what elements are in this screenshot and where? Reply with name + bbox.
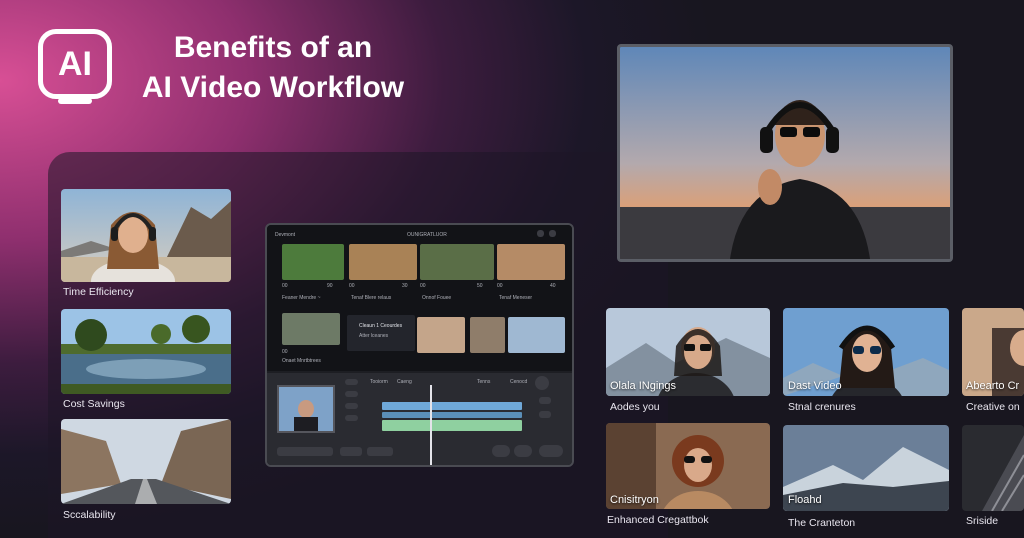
right-card-overlay-3: Abearto Cr [966, 380, 1020, 392]
editor-header-center: OUNIGRATLUOR [407, 232, 447, 238]
clip-thumbnail-8[interactable] [508, 317, 565, 353]
scalability-image[interactable] [61, 419, 231, 504]
clip-thumbnail-5[interactable] [282, 313, 340, 345]
right-card-caption-2: Stnal crenures [788, 401, 856, 413]
logo-stand [58, 98, 92, 104]
right-card-image-6[interactable] [962, 425, 1024, 511]
preview-loop-button[interactable] [367, 447, 393, 456]
clip-timecode-3: 00 [420, 283, 426, 289]
clip-detail-subtitle: Atter lceanes [359, 333, 389, 339]
track-button-1[interactable] [345, 379, 358, 385]
timeline-label-2: Caeng [397, 379, 412, 385]
right-card-overlay-1: Olala INgings [610, 380, 677, 392]
cost-savings-image[interactable] [61, 309, 231, 394]
hero-preview-image [617, 44, 953, 262]
right-card-overlay-2: Dast Video [788, 380, 842, 392]
right-card-caption-4: Enhanced Cregattbok [607, 514, 709, 526]
transport-render-button[interactable] [539, 445, 563, 457]
preview-monitor[interactable] [277, 385, 335, 433]
clip-thumbnail-1[interactable] [282, 244, 344, 280]
lower-clip-label: Onaet Mnrtbtrees [282, 358, 321, 364]
timeline-label-1: Tooiorm [370, 379, 388, 385]
card-label-scalability: Sccalability [63, 509, 116, 521]
time-efficiency-image[interactable] [61, 189, 231, 282]
preview-play-button[interactable] [340, 447, 362, 456]
clip-thumbnail-7[interactable] [470, 317, 505, 353]
timeline-video-clip-2[interactable] [382, 412, 522, 418]
card-label-cost-savings: Cost Savings [63, 398, 125, 410]
timeline-playhead[interactable] [430, 385, 432, 465]
clip-thumbnail-4[interactable] [497, 244, 565, 280]
transport-forward-button[interactable] [514, 445, 532, 457]
right-card-caption-1: Aodes you [610, 401, 660, 413]
clip-label-1: Feaner Mendre ~ [282, 295, 321, 301]
right-card-overlay-5: Floahd [788, 494, 822, 506]
clip-label-2: Tenaf Blere relaus [351, 295, 392, 301]
jog-dial[interactable] [535, 376, 549, 390]
editor-timeline-area: Tooiorm Caeng Tenns Cenocd [267, 373, 572, 465]
transport-back-button[interactable] [492, 445, 510, 457]
ai-logo: AI [38, 29, 112, 99]
editor-media-area: Devmont OUNIGRATLUOR 00 90 00 30 00 50 0… [267, 225, 572, 371]
track-button-3[interactable] [345, 403, 358, 409]
card-label-time-efficiency: Time Efficiency [63, 286, 134, 298]
clip-label-3: Onnof Fouee [422, 295, 452, 301]
clip-timecode-2: 00 [349, 283, 355, 289]
track-button-2[interactable] [345, 391, 358, 397]
video-editor-window: Devmont OUNIGRATLUOR 00 90 00 30 00 50 0… [265, 223, 574, 467]
timeline-audio-clip[interactable] [382, 420, 522, 431]
editor-close-button[interactable] [549, 230, 556, 237]
clip-value-3: 50 [477, 283, 483, 289]
right-card-overlay-4: Cnisitryon [610, 494, 659, 506]
right-control-1[interactable] [539, 397, 551, 404]
right-control-2[interactable] [539, 411, 551, 418]
clip-timecode-1: 00 [282, 283, 288, 289]
lower-clip-timecode: 00 [282, 349, 288, 355]
editor-title: Devmont [275, 232, 296, 238]
timeline-video-clip[interactable] [382, 402, 522, 410]
clip-label-4: Tenaf Meneser [499, 295, 533, 301]
right-card-caption-5: The Cranteton [788, 517, 856, 529]
clip-value-1: 90 [327, 283, 333, 289]
editor-minimize-button[interactable] [537, 230, 544, 237]
track-button-4[interactable] [345, 415, 358, 421]
clip-value-2: 30 [402, 283, 408, 289]
clip-thumbnail-3[interactable] [420, 244, 494, 280]
timeline-label-3: Tenns [477, 379, 491, 385]
clip-timecode-4: 00 [497, 283, 503, 289]
clip-value-4: 40 [550, 283, 556, 289]
clip-thumbnail-2[interactable] [349, 244, 417, 280]
timeline-label-4: Cenocd [510, 379, 528, 385]
clip-thumbnail-6[interactable] [417, 317, 465, 353]
right-card-caption-6: Sriside [966, 515, 999, 527]
clip-detail-title: Cleaun 1 Ceourdes [359, 323, 403, 329]
preview-scrub-bar[interactable] [277, 447, 333, 456]
title-line-2: AI Video Workflow [141, 71, 405, 104]
logo-text: AI [58, 44, 92, 83]
page-title: Benefits of an AI Video Workflow [118, 28, 428, 108]
title-line-1: Benefits of an [173, 31, 373, 64]
right-card-caption-3: Creative on [966, 401, 1020, 413]
